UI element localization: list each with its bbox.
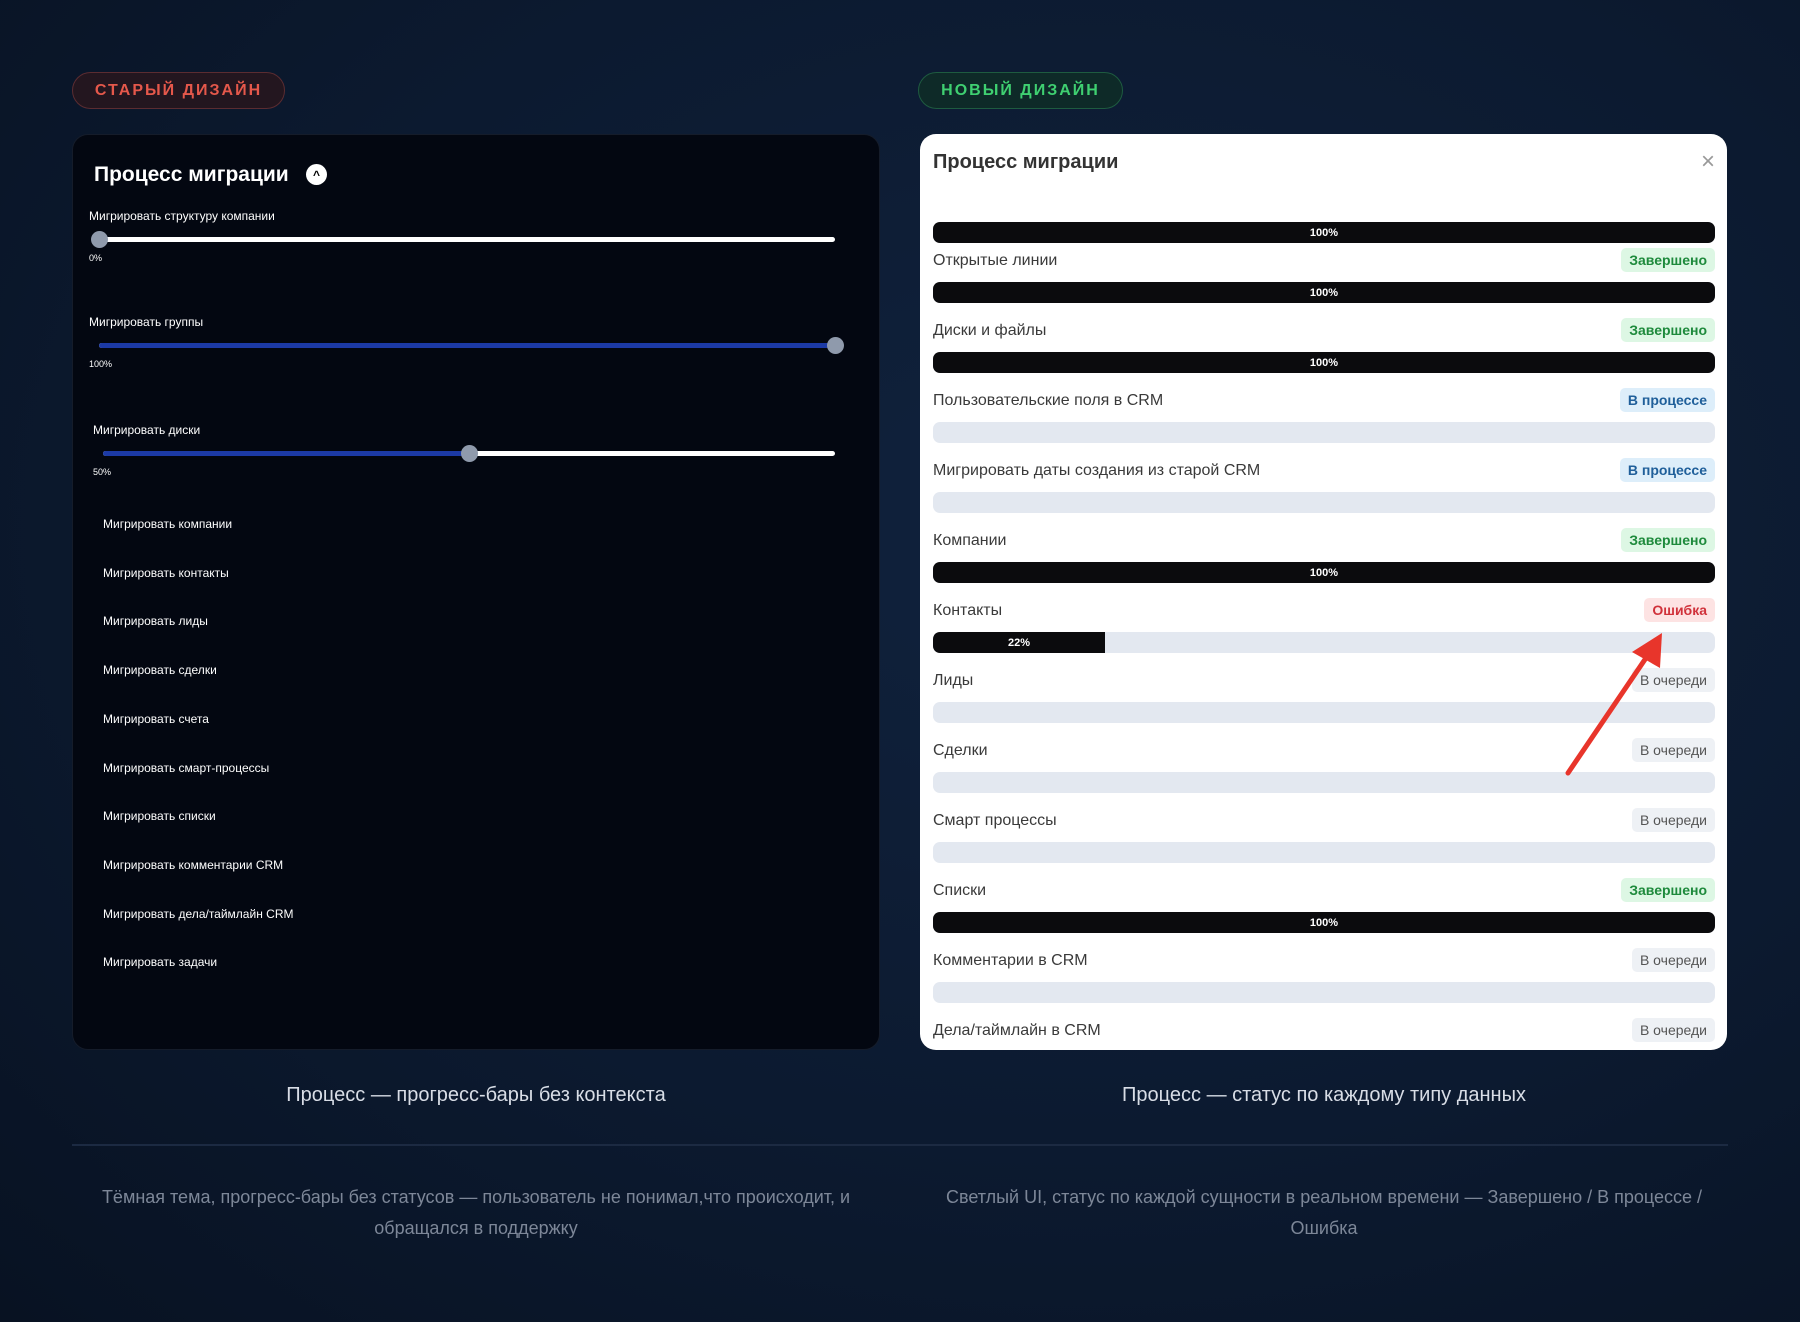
red-arrow-annotation bbox=[1565, 633, 1662, 776]
arrow-head bbox=[1632, 633, 1662, 668]
arrow-shaft bbox=[1565, 649, 1653, 776]
